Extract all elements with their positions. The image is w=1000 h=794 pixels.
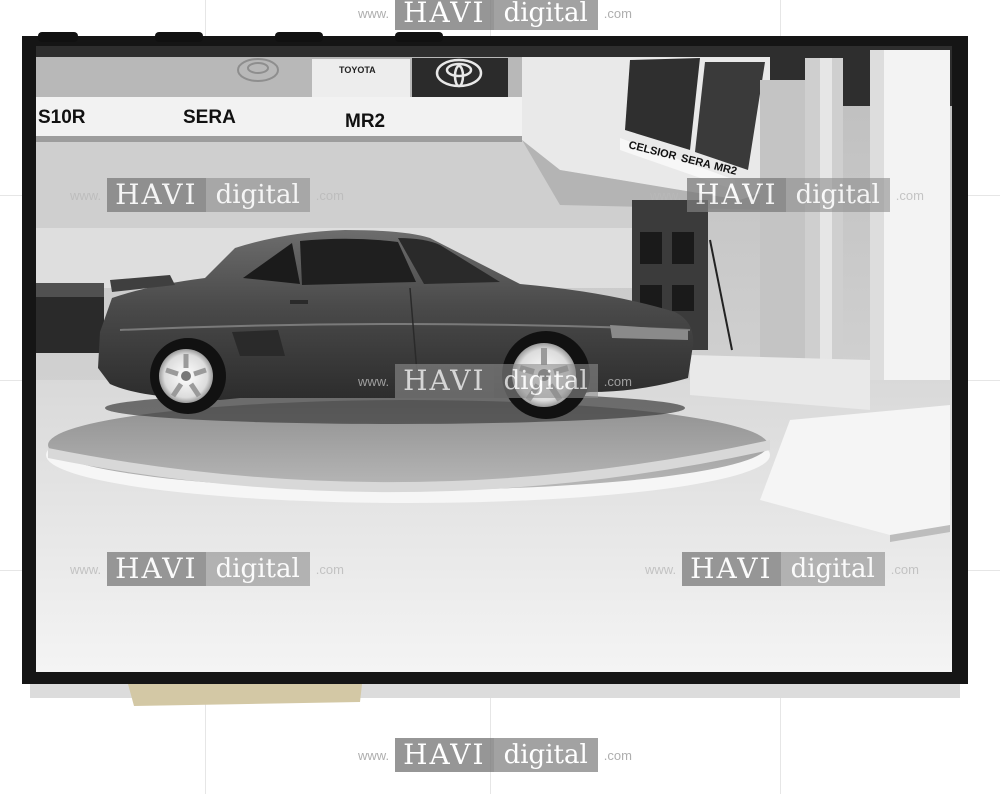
watermark: www. HAVI digital .com: [650, 178, 924, 212]
watermark-word: digital: [503, 366, 588, 396]
sign-text-mr2: MR2: [345, 111, 385, 132]
watermark-suffix: .com: [315, 187, 344, 203]
watermark-brand: HAVI: [395, 0, 494, 30]
watermark-suffix: .com: [895, 187, 924, 203]
sign-text-toyota: TOYOTA: [339, 65, 376, 75]
watermark-suffix: .com: [603, 5, 632, 21]
sign-text-s10r: S10R: [38, 107, 86, 128]
watermark-suffix: .com: [603, 747, 632, 763]
watermark-word: digital: [790, 554, 875, 584]
watermark-word: digital: [795, 180, 880, 210]
rear-wheel: [150, 338, 226, 414]
watermark-word: digital: [215, 554, 300, 584]
watermark-word: digital: [503, 740, 588, 770]
watermark-prefix: www.: [358, 747, 390, 763]
watermark: www. HAVI digital .com: [358, 738, 632, 772]
watermark-prefix: www.: [70, 561, 102, 577]
watermark-brand: HAVI: [107, 178, 206, 212]
watermark-prefix: www.: [358, 373, 390, 389]
watermark-prefix: www.: [70, 187, 102, 203]
watermark: www. HAVI digital .com: [358, 0, 632, 30]
watermark-suffix: .com: [603, 373, 632, 389]
watermark-brand: HAVI: [107, 552, 206, 586]
watermark: www. HAVI digital .com: [70, 552, 344, 586]
watermark-brand: HAVI: [682, 552, 781, 586]
watermark-word: digital: [215, 180, 300, 210]
watermark-prefix: www.: [650, 187, 682, 203]
watermark-suffix: .com: [315, 561, 344, 577]
watermark-word: digital: [503, 0, 588, 28]
watermark-brand: HAVI: [395, 738, 494, 772]
watermark: www. HAVI digital .com: [70, 178, 344, 212]
watermark-suffix: .com: [890, 561, 919, 577]
watermark: www. HAVI digital .com: [358, 364, 632, 398]
watermark-brand: HAVI: [395, 364, 494, 398]
watermark: www. HAVI digital .com: [645, 552, 919, 586]
watermark-prefix: www.: [645, 561, 677, 577]
sign-text-sera: SERA: [183, 107, 236, 128]
watermark-prefix: www.: [358, 5, 390, 21]
tape-strip: [128, 684, 362, 706]
watermark-brand: HAVI: [687, 178, 786, 212]
